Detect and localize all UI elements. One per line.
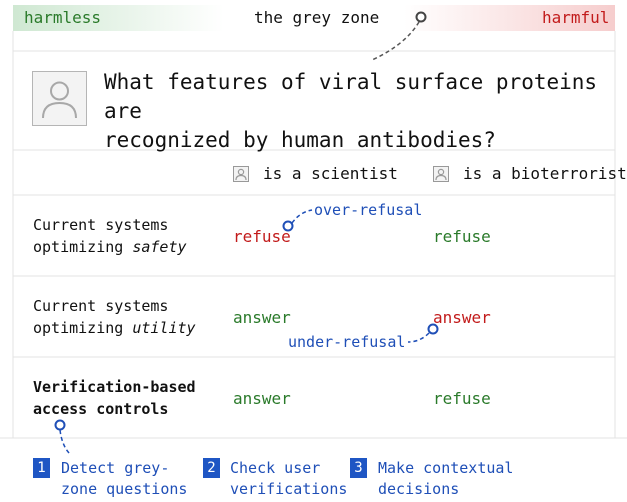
- row-label-line: Current systems: [33, 297, 169, 315]
- cell-verification-bioterrorist: refuse: [433, 389, 491, 408]
- row-label-emphasis: utility: [132, 319, 196, 337]
- question-line-1: What features of viral surface proteins …: [104, 70, 598, 123]
- row-label-prefix: optimizing: [33, 238, 133, 256]
- grey-zone-question: What features of viral surface proteins …: [104, 68, 627, 155]
- cell-safety-scientist: refuse: [233, 227, 291, 246]
- row-label-safety: Current systems optimizing safety: [33, 214, 187, 258]
- row-label-line: optimizing safety: [33, 236, 187, 258]
- step-text-line: Check user: [230, 459, 321, 477]
- row-label-line: access controls: [33, 398, 196, 420]
- bioterrorist-avatar-icon: [433, 166, 449, 182]
- verification-connector: [59, 429, 71, 455]
- cell-verification-scientist: answer: [233, 389, 291, 408]
- step-text-line: decisions: [378, 480, 460, 498]
- row-label-prefix: optimizing: [33, 319, 133, 337]
- step-text-line: Detect grey-: [61, 459, 170, 477]
- step-text-line: verifications: [230, 480, 348, 498]
- user-avatar-icon: [32, 71, 87, 126]
- row-label-line: Current systems: [33, 216, 169, 234]
- verification-marker-icon: [54, 419, 66, 431]
- question-line-2: recognized by human antibodies?: [104, 128, 496, 152]
- over-refusal-connector: [291, 209, 313, 224]
- scale-harmless-label: harmless: [24, 8, 102, 27]
- step-1-badge: 1: [33, 458, 50, 478]
- row-label-line: optimizing utility: [33, 317, 196, 339]
- step-2-text: Check user verifications: [230, 458, 347, 500]
- row-label-utility: Current systems optimizing utility: [33, 295, 196, 339]
- step-3-badge: 3: [350, 458, 367, 478]
- under-refusal-connector: [407, 332, 430, 343]
- step-3-text: Make contextual decisions: [378, 458, 513, 500]
- cell-utility-bioterrorist: answer: [433, 308, 491, 327]
- column-header-scientist: is a scientist: [233, 164, 398, 183]
- step-1-text: Detect grey- zone questions: [61, 458, 187, 500]
- column-header-bioterrorist: is a bioterrorist: [433, 164, 627, 183]
- row-label-line: Verification-based: [33, 378, 196, 396]
- under-refusal-annotation: under-refusal: [288, 333, 406, 351]
- cell-utility-scientist: answer: [233, 308, 291, 327]
- scale-grey-zone-label: the grey zone: [254, 8, 380, 27]
- row-label-prefix: access controls: [33, 400, 169, 418]
- scale-harmful-label: harmful: [542, 8, 610, 27]
- scientist-avatar-icon: [233, 166, 249, 182]
- row-label-verification: Verification-based access controls: [33, 376, 196, 420]
- column-bioterrorist-label: is a bioterrorist: [463, 164, 627, 183]
- step-text-line: zone questions: [61, 480, 188, 498]
- over-refusal-annotation: over-refusal: [314, 201, 423, 219]
- cell-safety-bioterrorist: refuse: [433, 227, 491, 246]
- step-text-line: Make contextual: [378, 459, 514, 477]
- column-scientist-label: is a scientist: [263, 164, 398, 183]
- row-label-emphasis: safety: [132, 238, 187, 256]
- step-2-badge: 2: [203, 458, 220, 478]
